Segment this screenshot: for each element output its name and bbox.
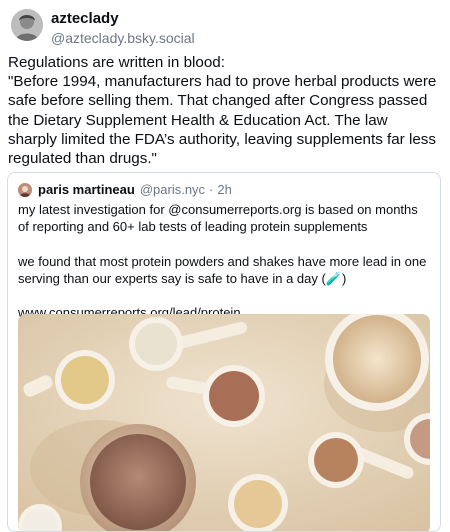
author-display-name[interactable]: azteclady bbox=[51, 9, 195, 28]
quoted-post-header: paris martineau @paris.nyc · 2h bbox=[18, 182, 232, 197]
author-info: azteclady @azteclady.bsky.social bbox=[51, 9, 195, 47]
quoted-author-handle[interactable]: @paris.nyc bbox=[140, 182, 205, 197]
quoted-post[interactable]: paris martineau @paris.nyc · 2h my lates… bbox=[7, 172, 441, 532]
author-avatar-image bbox=[11, 9, 43, 41]
quoted-author-display-name[interactable]: paris martineau bbox=[38, 182, 135, 197]
post-text: Regulations are written in blood: "Befor… bbox=[8, 54, 437, 168]
separator-dot: · bbox=[209, 182, 214, 197]
quoted-author-avatar[interactable] bbox=[18, 182, 32, 197]
author-handle[interactable]: @azteclady.bsky.social bbox=[51, 29, 195, 47]
protein-powders-illustration bbox=[18, 314, 430, 531]
quoted-author-avatar-image bbox=[18, 182, 32, 197]
quoted-post-text: my latest investigation for @consumerrep… bbox=[18, 202, 427, 321]
post: azteclady @azteclady.bsky.social Regulat… bbox=[0, 0, 450, 532]
quoted-post-image[interactable] bbox=[18, 314, 430, 531]
quoted-post-timestamp[interactable]: 2h bbox=[217, 182, 231, 197]
author-avatar[interactable] bbox=[11, 9, 43, 41]
